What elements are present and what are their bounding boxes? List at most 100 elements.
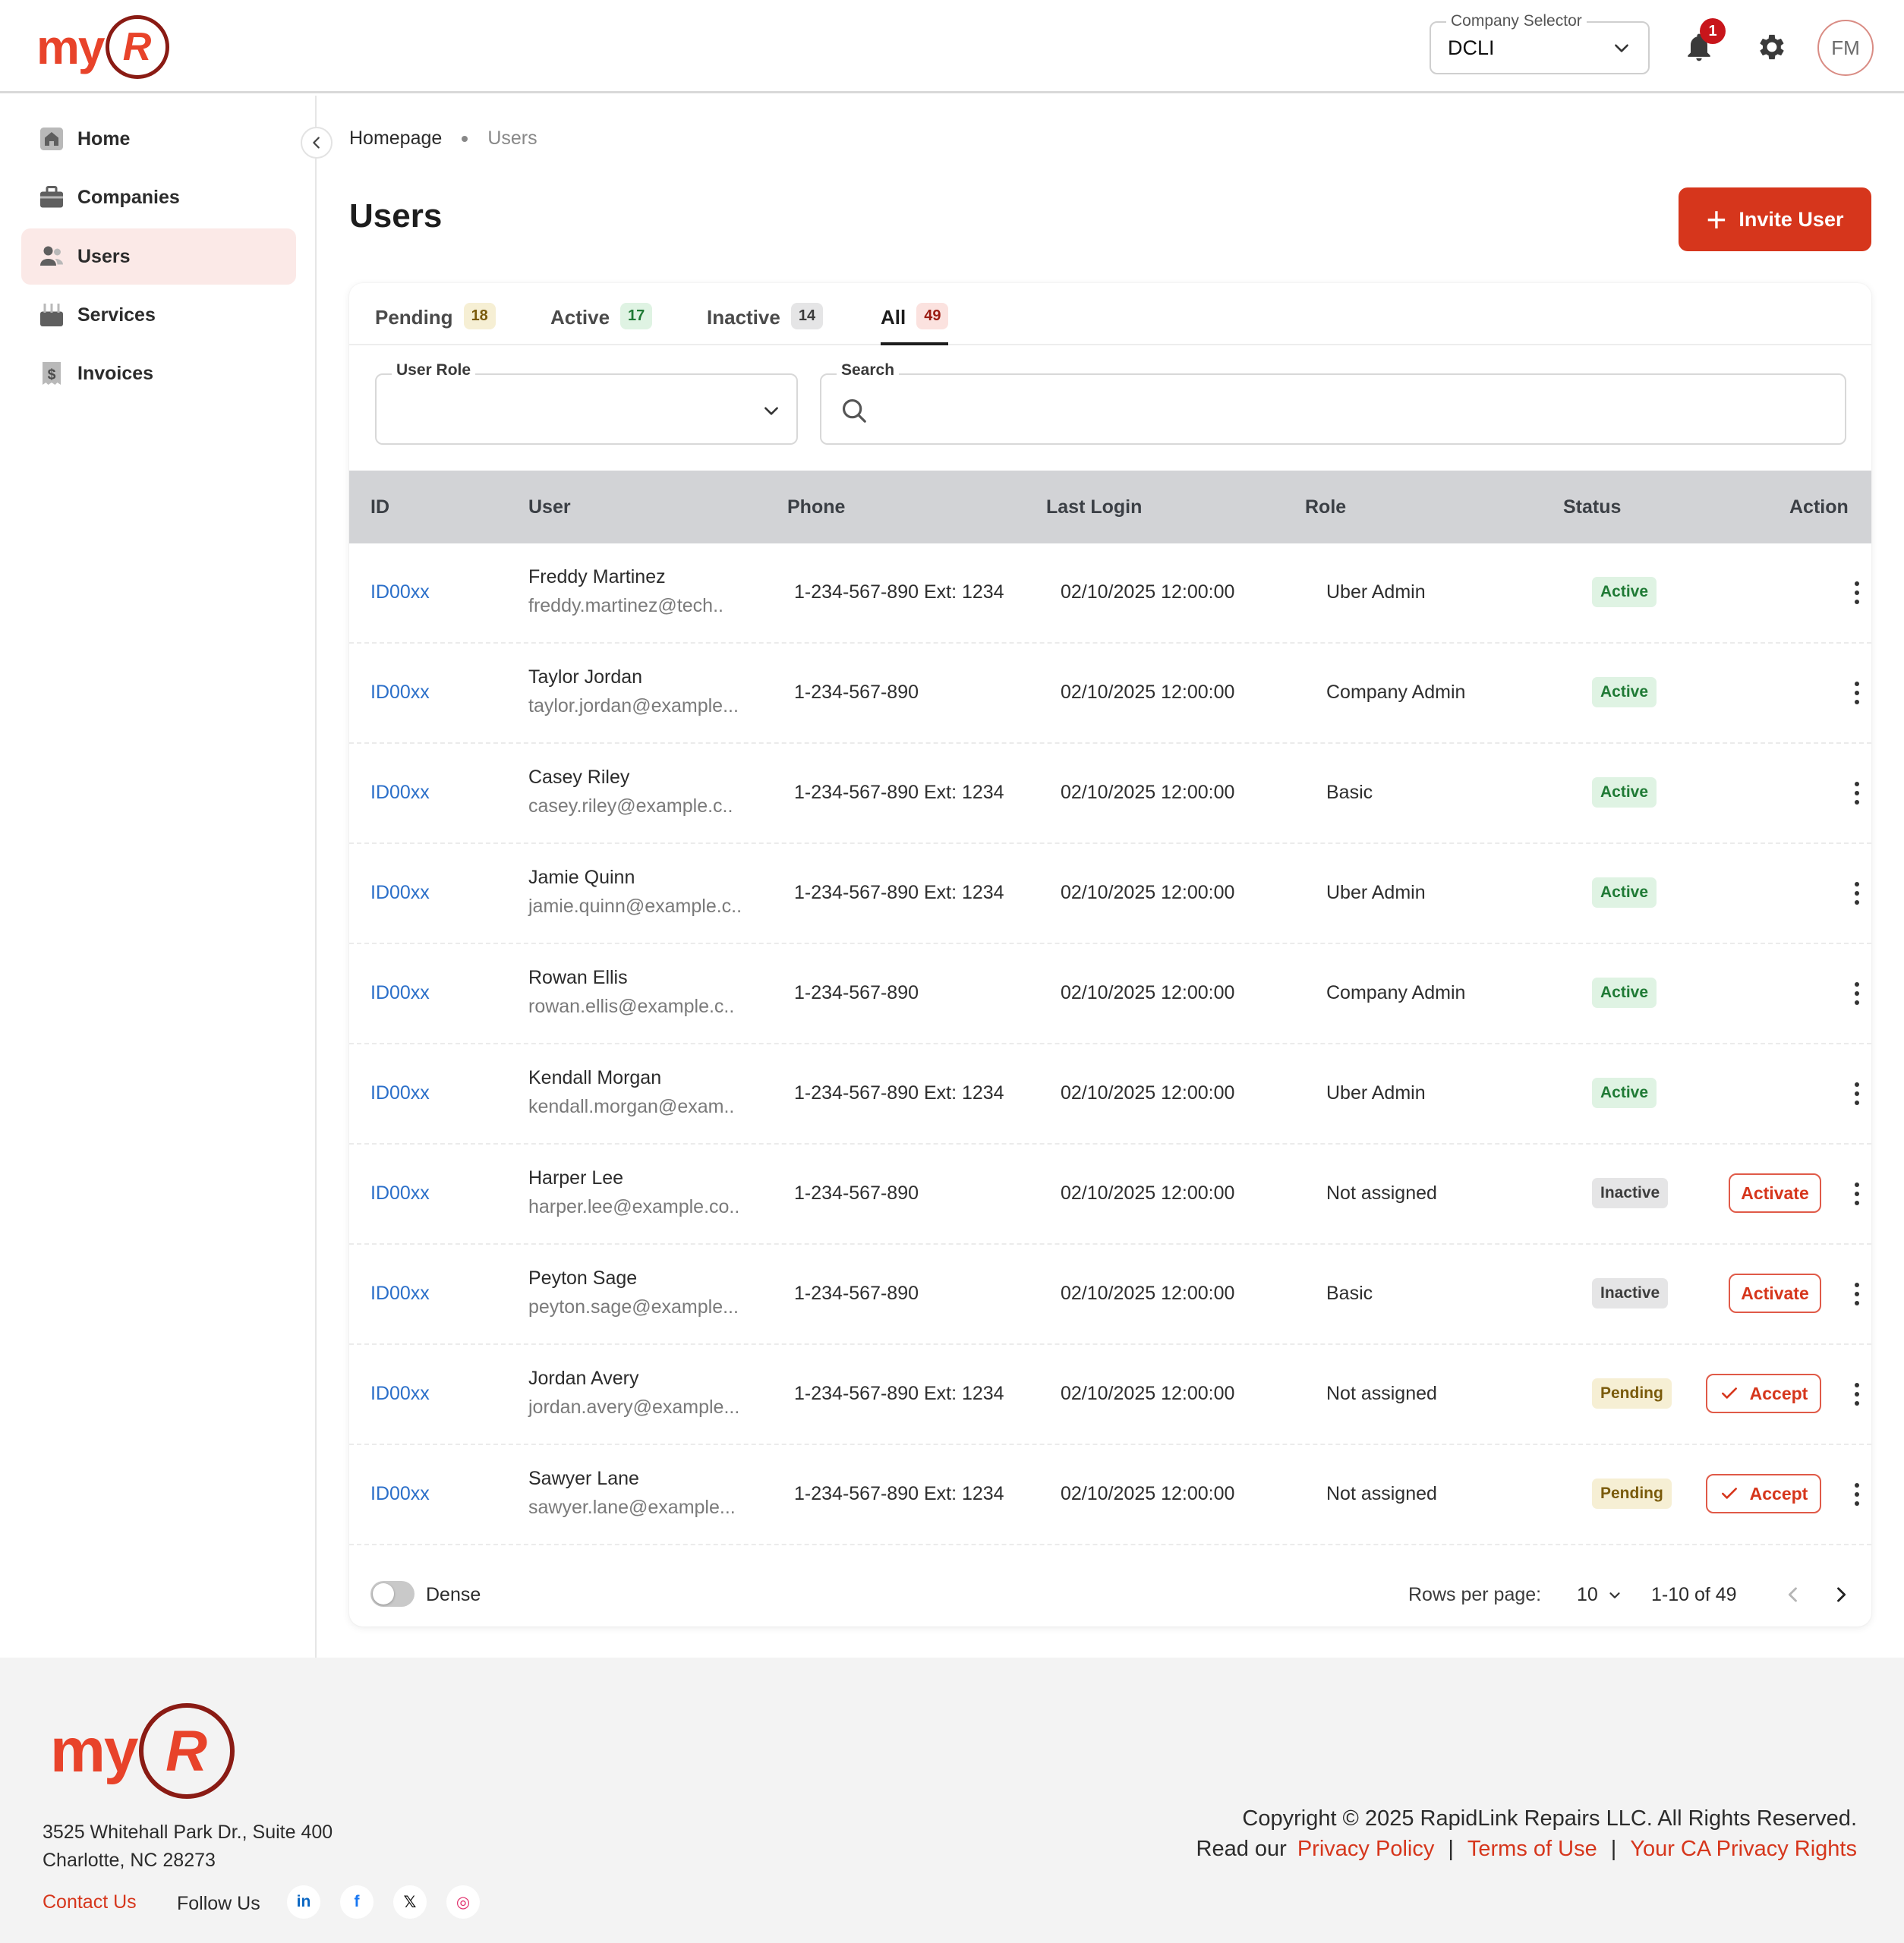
chevron-left-icon [313,137,320,149]
user-id-link[interactable]: ID00xx [370,1082,430,1104]
ca-privacy-rights-link[interactable]: Your CA Privacy Rights [1630,1837,1857,1862]
user-id-link[interactable]: ID00xx [370,1483,430,1505]
table-row[interactable]: ID00xx Peyton Sage peyton.sage@example... 1… [349,1245,1871,1345]
instagram-icon[interactable]: ◎ [446,1885,480,1919]
sidebar-item-services[interactable]: Services [21,287,296,343]
gear-icon[interactable] [1755,30,1789,64]
user-email: peyton.sage@example... [528,1296,739,1318]
status-badge: Inactive [1592,1278,1669,1308]
activate-button[interactable]: Activate [1729,1173,1821,1213]
table-row[interactable]: ID00xx Harper Lee harper.lee@example.co.. 1… [349,1145,1871,1245]
user-last-login: 02/10/2025 12:00:00 [1061,581,1235,603]
breadcrumb-homepage[interactable]: Homepage [349,128,442,150]
table-row[interactable]: ID00xx Sawyer Lane sawyer.lane@example... 1… [349,1445,1871,1545]
sidebar: Home Companies Users Services $ Invoices [0,96,317,1658]
user-id-link[interactable]: ID00xx [370,782,430,804]
user-avatar[interactable]: FM [1817,20,1874,76]
facebook-icon[interactable]: f [340,1885,374,1919]
sidebar-item-users[interactable]: Users [21,228,296,285]
sidebar-item-invoices[interactable]: $ Invoices [21,345,296,402]
column-header-last-login[interactable]: Last Login [1046,496,1142,518]
table-row[interactable]: ID00xx Freddy Martinez freddy.martinez@tec… [349,543,1871,644]
sidebar-item-home[interactable]: Home [21,111,296,167]
user-phone: 1-234-567-890 [794,682,919,703]
chevron-down-icon[interactable] [1606,1587,1623,1604]
contact-us-link[interactable]: Contact Us [43,1891,137,1913]
toggle-knob [373,1583,394,1604]
sidebar-collapse-button[interactable] [301,127,333,159]
status-badge: Active [1592,777,1657,808]
column-header-user[interactable]: User [528,496,571,518]
x-icon[interactable]: 𝕏 [393,1885,427,1919]
more-vertical-icon[interactable] [1854,1181,1860,1207]
more-vertical-icon[interactable] [1854,1281,1860,1307]
more-vertical-icon[interactable] [1854,981,1860,1006]
table-row[interactable]: ID00xx Rowan Ellis rowan.ellis@example.c..… [349,944,1871,1044]
privacy-policy-link[interactable]: Privacy Policy [1297,1837,1435,1862]
rows-per-page-label: Rows per page: [1408,1584,1542,1605]
tab-inactive[interactable]: Inactive 14 [707,298,824,345]
user-email: freddy.martinez@tech.. [528,595,723,616]
user-id-link[interactable]: ID00xx [370,1182,430,1205]
user-id-link[interactable]: ID00xx [370,982,430,1004]
tab-all[interactable]: All 49 [881,298,949,345]
table-row[interactable]: ID00xx Kendall Morgan kendall.morgan@exam.… [349,1044,1871,1145]
column-header-phone[interactable]: Phone [787,496,845,518]
invoice-icon: $ [43,362,61,385]
services-icon [40,304,63,326]
more-vertical-icon[interactable] [1854,1381,1860,1407]
user-last-login: 02/10/2025 12:00:00 [1061,1283,1235,1304]
sidebar-item-companies[interactable]: Companies [21,169,296,225]
status-badge: Active [1592,1078,1657,1108]
accept-button[interactable]: Accept [1706,1374,1821,1413]
user-id-link[interactable]: ID00xx [370,1283,430,1305]
column-header-role[interactable]: Role [1305,496,1346,518]
column-header-action: Action [1789,496,1849,518]
activate-button[interactable]: Activate [1729,1274,1821,1313]
dense-toggle[interactable] [370,1581,415,1607]
policy-links: Read our Privacy Policy | Terms of Use |… [1196,1837,1857,1862]
tab-label: Pending [375,306,453,329]
accept-button[interactable]: Accept [1706,1474,1821,1513]
chevron-right-icon[interactable] [1830,1584,1852,1605]
table-row[interactable]: ID00xx Casey Riley casey.riley@example.c..… [349,744,1871,844]
status-badge: Inactive [1592,1178,1669,1208]
column-header-status[interactable]: Status [1563,496,1621,518]
user-id-link[interactable]: ID00xx [370,581,430,603]
user-phone: 1-234-567-890 [794,1182,919,1204]
invite-user-button[interactable]: + Invite User [1679,187,1871,251]
more-vertical-icon[interactable] [1854,880,1860,906]
more-vertical-icon[interactable] [1854,1482,1860,1507]
read-our-label: Read our [1196,1837,1287,1861]
user-id-link[interactable]: ID00xx [370,682,430,704]
more-vertical-icon[interactable] [1854,780,1860,806]
user-role: Not assigned [1326,1483,1437,1504]
brand-logo[interactable]: my R [36,15,169,79]
user-role-select[interactable]: User Role [375,361,798,445]
search-input[interactable] [882,390,1701,428]
column-header-id[interactable]: ID [370,496,389,518]
user-role: Basic [1326,1283,1373,1304]
user-role-label: User Role [392,361,476,379]
breadcrumb-current: Users [487,128,537,149]
rows-per-page-select[interactable]: 10 [1577,1584,1598,1606]
company-selector[interactable]: Company Selector DCLI [1430,12,1650,74]
tab-active[interactable]: Active 17 [550,298,653,345]
more-vertical-icon[interactable] [1854,680,1860,706]
users-icon [40,246,63,266]
pagination-range: 1-10 of 49 [1651,1584,1737,1605]
more-vertical-icon[interactable] [1854,580,1860,606]
more-vertical-icon[interactable] [1854,1081,1860,1107]
table-row[interactable]: ID00xx Jamie Quinn jamie.quinn@example.c..… [349,844,1871,944]
user-last-login: 02/10/2025 12:00:00 [1061,1483,1235,1504]
table-row[interactable]: ID00xx Taylor Jordan taylor.jordan@example… [349,644,1871,744]
linkedin-icon[interactable]: in [287,1885,320,1919]
tab-pending[interactable]: Pending 18 [375,298,496,345]
user-id-link[interactable]: ID00xx [370,1383,430,1405]
chevron-left-icon[interactable] [1783,1584,1804,1605]
table-row[interactable]: ID00xx Jordan Avery jordan.avery@example..… [349,1345,1871,1445]
user-id-link[interactable]: ID00xx [370,882,430,904]
terms-of-use-link[interactable]: Terms of Use [1467,1837,1597,1862]
status-badge: Active [1592,677,1657,707]
logo-text: my [36,20,105,74]
